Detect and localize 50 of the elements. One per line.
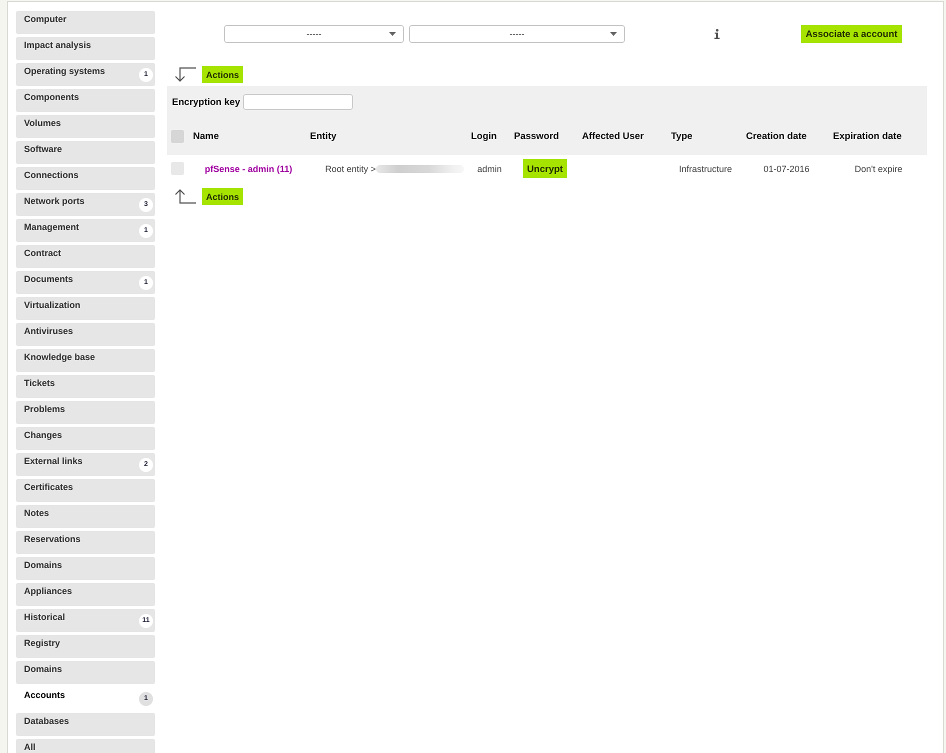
sidebar-tab[interactable]: Components — [16, 89, 155, 112]
table-cell: Infrastructure — [678, 164, 732, 174]
dropdown-select[interactable]: ----- — [409, 25, 625, 43]
info-icon[interactable] — [714, 29, 720, 39]
column-header: Entity — [309, 131, 336, 142]
select-all-checkbox[interactable] — [171, 130, 184, 143]
dropdown-select[interactable]: ----- — [224, 25, 404, 43]
account-link[interactable]: pfSense - admin (11) — [204, 164, 292, 174]
column-header: Creation date — [745, 131, 807, 142]
sidebar-tab[interactable]: Impact analysis — [16, 37, 155, 60]
table-cell: Root entity > — [325, 164, 376, 174]
sidebar-tab[interactable]: Contract — [16, 245, 155, 268]
encryption-key-label: Encryption key — [172, 96, 240, 108]
arrow-down-icon — [173, 67, 196, 82]
column-header: Login — [470, 131, 497, 142]
sidebar-tab[interactable]: Volumes — [16, 115, 155, 138]
sidebar-tab[interactable]: All — [16, 739, 155, 753]
table-cell: 01-07-2016 — [763, 164, 810, 174]
sidebar-tab[interactable]: Tickets — [16, 375, 155, 398]
caret-icon — [610, 32, 617, 36]
sidebar-tab[interactable]: Certificates — [16, 479, 155, 502]
sidebar-tab[interactable]: Virtualization — [16, 297, 155, 320]
column-header: Affected User — [581, 131, 644, 142]
sidebar-tab[interactable]: Domains — [16, 557, 155, 580]
sidebar-tab[interactable]: Appliances — [16, 583, 155, 606]
associate-account-button[interactable]: Associate a account — [801, 25, 902, 43]
encryption-key-field[interactable] — [243, 94, 354, 110]
sidebar-tab[interactable]: Knowledge base — [16, 349, 155, 372]
column-header: Password — [513, 131, 559, 142]
sidebar-tab[interactable]: Registry — [16, 635, 155, 658]
sidebar-tab[interactable]: Notes — [16, 505, 155, 528]
sidebar-tab[interactable]: Problems — [16, 401, 155, 424]
column-header: Expiration date — [832, 131, 902, 142]
sidebar-tab[interactable]: Antiviruses — [16, 323, 155, 346]
sidebar-tab[interactable]: Connections — [16, 167, 155, 190]
uncrypt-button[interactable]: Uncrypt — [523, 159, 567, 178]
actions-button[interactable]: Actions — [202, 188, 243, 205]
sidebar-tab[interactable]: Databases — [16, 713, 155, 736]
column-header: Type — [670, 131, 692, 142]
table-cell: Don't expire — [854, 164, 902, 174]
sidebar-tab[interactable]: Reservations — [16, 531, 155, 554]
caret-icon — [389, 32, 396, 36]
sidebar-tab[interactable]: Computer — [16, 11, 155, 34]
actions-button[interactable]: Actions — [202, 66, 243, 83]
sidebar-tab[interactable]: Software — [16, 141, 155, 164]
column-header: Name — [192, 131, 219, 142]
sidebar-tab[interactable]: Changes — [16, 427, 155, 450]
sidebar-tab[interactable]: Domains — [16, 661, 155, 684]
arrow-up-icon — [173, 189, 196, 204]
table-cell: admin — [477, 164, 502, 174]
